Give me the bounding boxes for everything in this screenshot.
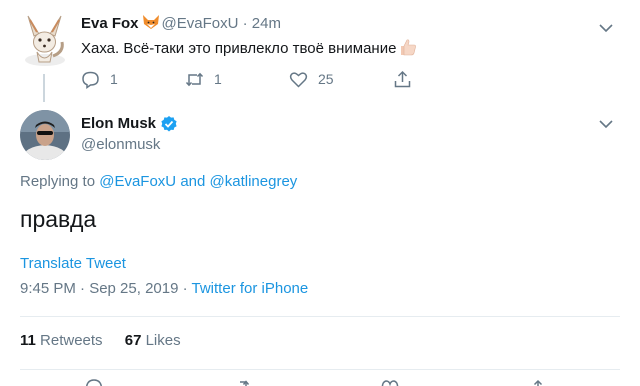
chevron-down-icon[interactable] (597, 19, 615, 37)
verified-badge-icon (161, 116, 177, 132)
likes-count: 67 (124, 332, 142, 349)
reply-button[interactable]: 1 (81, 68, 118, 90)
main-tweet: Elon Musk @elonmusk Replying to @EvaFoxU… (0, 100, 640, 386)
tweet-timestamp[interactable]: 9:45 PM · Sep 25, 2019 (20, 280, 178, 297)
author-name-row: Elon Musk (81, 114, 178, 134)
likes-stat[interactable]: 67 Likes (125, 332, 181, 349)
main-actions (0, 378, 640, 386)
reply-text-content: Хаха. Всё-таки это привлекло твоё вниман… (81, 40, 397, 57)
author-handle[interactable]: @elonmusk (81, 135, 160, 155)
fox-avatar[interactable] (20, 12, 69, 68)
retweet-count: 1 (214, 71, 222, 87)
tweet-source-link[interactable]: Twitter for iPhone (192, 280, 309, 297)
thread-line (43, 74, 45, 102)
replying-and: and (180, 173, 206, 190)
reply-header: Eva Fox @EvaFoxU · 24m (81, 14, 281, 34)
tweet-time[interactable]: 24m (252, 15, 281, 32)
likes-label: Likes (145, 332, 181, 349)
share-icon[interactable] (528, 378, 548, 386)
reply-count: 1 (110, 71, 118, 87)
chevron-down-icon[interactable] (597, 115, 615, 133)
author-handle[interactable]: @EvaFoxU (162, 15, 239, 32)
heart-icon (289, 71, 308, 88)
like-button[interactable]: 25 (289, 68, 334, 90)
divider (20, 369, 620, 370)
meta-separator: · (182, 280, 188, 297)
share-icon (394, 70, 411, 87)
heart-icon[interactable] (380, 378, 400, 386)
reply-icon (82, 71, 99, 89)
reply-actions: 1 1 25 (81, 68, 421, 90)
translate-tweet-link[interactable]: Translate Tweet (20, 254, 126, 274)
reply-icon[interactable] (84, 378, 104, 386)
author-name[interactable]: Eva Fox (81, 15, 139, 32)
retweet-button[interactable]: 1 (185, 68, 222, 90)
tweet-meta: 9:45 PM · Sep 25, 2019 · Twitter for iPh… (20, 279, 308, 299)
replying-to: Replying to @EvaFoxU and @katlinegrey (20, 172, 297, 192)
replying-prefix: Replying to (20, 173, 96, 190)
reply-tweet[interactable]: Eva Fox @EvaFoxU · 24m Хаха. Всё-таки эт… (0, 0, 640, 102)
tweet-stats: 11 Retweets 67 Likes (20, 331, 181, 351)
retweets-count: 11 (20, 332, 36, 349)
replying-user-link[interactable]: @katlinegrey (210, 173, 298, 190)
share-button[interactable] (393, 68, 412, 90)
thumbs-up-icon (401, 39, 417, 56)
retweet-icon[interactable] (232, 378, 252, 386)
replying-user-link[interactable]: @EvaFoxU (99, 173, 176, 190)
tweet-text: правда (20, 206, 97, 232)
divider (20, 316, 620, 317)
retweets-label: Retweets (40, 332, 103, 349)
retweets-stat[interactable]: 11 Retweets (20, 332, 103, 349)
fox-face-icon (142, 15, 159, 29)
meta-separator: · (242, 15, 248, 32)
reply-tweet-text: Хаха. Всё-таки это привлекло твоё вниман… (81, 38, 417, 59)
author-name[interactable]: Elon Musk (81, 114, 156, 134)
profile-avatar[interactable] (20, 110, 70, 160)
like-count: 25 (318, 71, 334, 87)
retweet-icon (185, 72, 204, 86)
